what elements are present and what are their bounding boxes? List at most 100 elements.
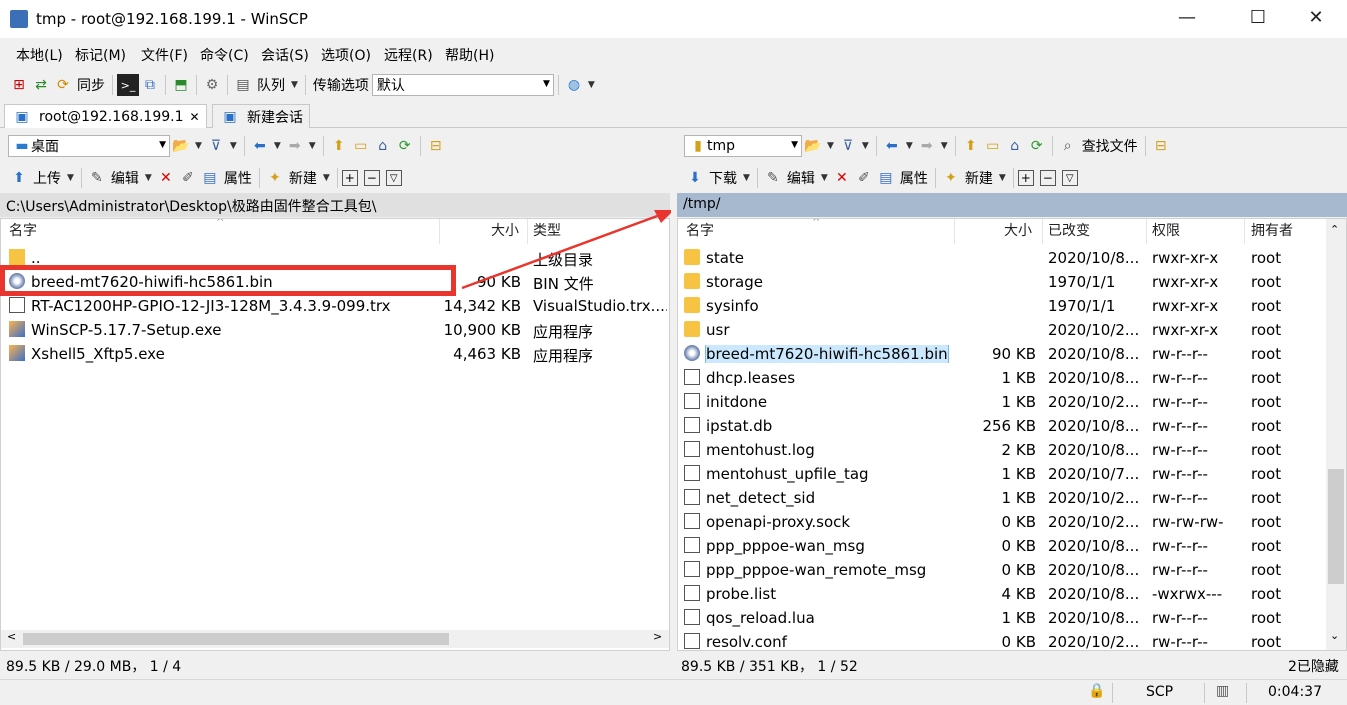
- chevron-down-icon[interactable]: ▼: [323, 173, 330, 183]
- scroll-down-icon[interactable]: ⌄: [1330, 629, 1339, 642]
- transfer-options-select[interactable]: 默认 ▼: [371, 74, 554, 96]
- right-col-changed[interactable]: 已改变: [1048, 219, 1090, 244]
- file-row[interactable]: ppp_pppoe-wan_msg 0 KB 2020/10/8... rw-r--r…: [678, 534, 1324, 558]
- right-location-select[interactable]: ▮ tmp ▼: [684, 135, 802, 157]
- file-row[interactable]: ipstat.db 256 KB 2020/10/8... rw-r--r-- root: [678, 414, 1324, 438]
- left-location-select[interactable]: ▬ 桌面 ▼: [8, 135, 170, 157]
- menu-mark[interactable]: 标记(M): [75, 45, 126, 65]
- parent-dir-icon[interactable]: ⬆: [328, 135, 350, 157]
- file-row[interactable]: net_detect_sid 1 KB 2020/10/2... rw-r--r-- r…: [678, 486, 1324, 510]
- file-row[interactable]: initdone 1 KB 2020/10/2... rw-r--r-- root: [678, 390, 1324, 414]
- rename-icon[interactable]: ✐: [177, 167, 199, 189]
- tab-session[interactable]: ▣ root@192.168.199.1 ✕: [4, 104, 207, 128]
- file-row[interactable]: probe.list 4 KB 2020/10/8... -wxrwx--- root: [678, 582, 1324, 606]
- panel-splitter[interactable]: [671, 193, 677, 651]
- file-row[interactable]: Xshell5_Xftp5.exe 4,463 KB 应用程序: [1, 342, 669, 366]
- right-scroll-thumb[interactable]: [1328, 469, 1344, 584]
- left-col-name[interactable]: 名字: [9, 219, 37, 244]
- file-row[interactable]: state 2020/10/8... rwxr-xr-x root: [678, 246, 1324, 270]
- file-row[interactable]: openapi-proxy.sock 0 KB 2020/10/2... rw-rw-…: [678, 510, 1324, 534]
- refresh-icon[interactable]: ⟳: [394, 135, 416, 157]
- menu-command[interactable]: 命令(C): [200, 45, 249, 65]
- chevron-down-icon[interactable]: ▼: [827, 141, 834, 151]
- filter-select-icon[interactable]: ▽: [1061, 170, 1078, 186]
- maximize-button[interactable]: ☐: [1235, 0, 1281, 38]
- file-row[interactable]: storage 1970/1/1 rwxr-xr-x root: [678, 270, 1324, 294]
- terminal-icon[interactable]: >_: [117, 74, 139, 96]
- scroll-up-icon[interactable]: ⌃: [1330, 223, 1339, 236]
- chevron-down-icon[interactable]: ▼: [291, 80, 298, 90]
- file-row[interactable]: WinSCP-5.17.7-Setup.exe 10,900 KB 应用程序: [1, 318, 669, 342]
- file-row[interactable]: resolv.conf 0 KB 2020/10/2... rw-r--r-- root: [678, 630, 1324, 650]
- new-button[interactable]: 新建: [965, 168, 993, 188]
- new-button[interactable]: 新建: [289, 168, 317, 188]
- right-col-name[interactable]: 名字: [686, 219, 714, 244]
- menu-help[interactable]: 帮助(H): [445, 45, 494, 65]
- parent-dir-icon[interactable]: ⬆: [960, 135, 982, 157]
- menu-session[interactable]: 会话(S): [261, 45, 309, 65]
- tree-icon[interactable]: ⊟: [1150, 135, 1172, 157]
- menu-file[interactable]: 文件(F): [141, 45, 188, 65]
- chevron-down-icon[interactable]: ▼: [588, 80, 595, 90]
- tab-new-session[interactable]: ▣ 新建会话: [212, 104, 310, 128]
- right-col-owner[interactable]: 拥有者: [1251, 219, 1293, 244]
- left-h-scrollbar[interactable]: < >: [1, 630, 669, 648]
- chevron-down-icon[interactable]: ▼: [862, 141, 869, 151]
- select-minus-icon[interactable]: −: [363, 170, 380, 186]
- menu-options[interactable]: 选项(O): [321, 45, 371, 65]
- rename-icon[interactable]: ✐: [853, 167, 875, 189]
- right-col-rights[interactable]: 权限: [1152, 219, 1180, 244]
- open-folder-icon[interactable]: 📂: [170, 135, 192, 157]
- forward-icon[interactable]: ➡: [284, 135, 306, 157]
- minimize-button[interactable]: —: [1164, 0, 1210, 38]
- globe-icon[interactable]: ◍: [563, 74, 585, 96]
- delete-icon[interactable]: ✕: [155, 167, 177, 189]
- chevron-down-icon[interactable]: ▼: [195, 141, 202, 151]
- right-path-bar[interactable]: /tmp/: [677, 193, 1347, 217]
- queue-icon[interactable]: ▤: [232, 74, 254, 96]
- file-row[interactable]: mentohust_upfile_tag 1 KB 2020/10/7... rw-r…: [678, 462, 1324, 486]
- select-plus-icon[interactable]: +: [341, 170, 358, 186]
- open-folder-icon[interactable]: 📂: [802, 135, 824, 157]
- putty-icon[interactable]: ⧉: [139, 74, 161, 96]
- chevron-down-icon[interactable]: ▼: [145, 173, 152, 183]
- file-row[interactable]: qos_reload.lua 1 KB 2020/10/8... rw-r--r-- r…: [678, 606, 1324, 630]
- menu-local[interactable]: 本地(L): [16, 45, 63, 65]
- edit-button[interactable]: 编辑: [111, 168, 139, 188]
- right-v-scrollbar[interactable]: ⌃ ⌄: [1326, 219, 1346, 650]
- refresh-icon[interactable]: ⟳: [1026, 135, 1048, 157]
- scroll-right-icon[interactable]: >: [653, 630, 662, 643]
- close-button[interactable]: ✕: [1293, 0, 1339, 38]
- chevron-down-icon[interactable]: ▼: [230, 141, 237, 151]
- file-row[interactable]: dhcp.leases 1 KB 2020/10/8... rw-r--r-- root: [678, 366, 1324, 390]
- file-row[interactable]: breed-mt7620-hiwifi-hc5861.bin 90 KB 2020/…: [678, 342, 1324, 366]
- chevron-down-icon[interactable]: ▼: [821, 173, 828, 183]
- select-plus-icon[interactable]: +: [1017, 170, 1034, 186]
- sync-browse-icon[interactable]: ⇄: [30, 74, 52, 96]
- file-row[interactable]: sysinfo 1970/1/1 rwxr-xr-x root: [678, 294, 1324, 318]
- home-icon[interactable]: ⌂: [1004, 135, 1026, 157]
- root-dir-icon[interactable]: ▭: [982, 135, 1004, 157]
- gear-icon[interactable]: ⚙: [201, 74, 223, 96]
- left-scroll-thumb[interactable]: [23, 633, 449, 645]
- file-row[interactable]: RT-AC1200HP-GPIO-12-JI3-128M_3.4.3.9-099…: [1, 294, 669, 318]
- menu-remote[interactable]: 远程(R): [384, 45, 433, 65]
- find-files-button[interactable]: 查找文件: [1082, 136, 1138, 156]
- chevron-down-icon[interactable]: ▼: [274, 141, 281, 151]
- filter-icon[interactable]: ⊽: [837, 135, 859, 157]
- file-row[interactable]: usr 2020/10/2... rwxr-xr-x root: [678, 318, 1324, 342]
- select-minus-icon[interactable]: −: [1039, 170, 1056, 186]
- filter-icon[interactable]: ⊽: [205, 135, 227, 157]
- sync-button[interactable]: 同步: [77, 75, 105, 95]
- edit-button[interactable]: 编辑: [787, 168, 815, 188]
- filter-select-icon[interactable]: ▽: [385, 170, 402, 186]
- delete-icon[interactable]: ✕: [831, 167, 853, 189]
- root-dir-icon[interactable]: ▭: [350, 135, 372, 157]
- file-row[interactable]: ppp_pppoe-wan_remote_msg 0 KB 2020/10/8...…: [678, 558, 1324, 582]
- chevron-down-icon[interactable]: ▼: [743, 173, 750, 183]
- properties-button[interactable]: 属性: [224, 168, 252, 188]
- chevron-down-icon[interactable]: ▼: [941, 141, 948, 151]
- right-col-size[interactable]: 大小: [1004, 219, 1032, 244]
- chevron-down-icon[interactable]: ▼: [999, 173, 1006, 183]
- sync-icon[interactable]: ⟳: [52, 74, 74, 96]
